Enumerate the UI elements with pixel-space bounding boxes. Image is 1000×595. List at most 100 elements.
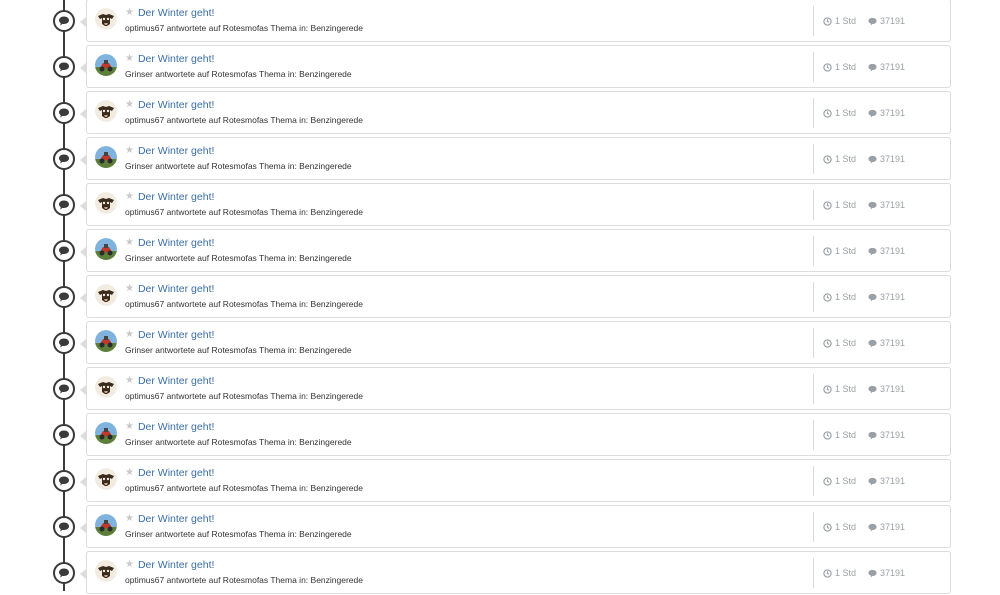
avatar[interactable]	[95, 146, 117, 168]
avatar[interactable]	[95, 330, 117, 352]
activity-card[interactable]: ★ Der Winter geht! Grinser antwortete au…	[86, 45, 951, 88]
activity-description: optimus67 antwortete auf Rotesmofas Them…	[125, 575, 363, 585]
thread-title-link[interactable]: Der Winter geht!	[138, 191, 214, 203]
star-icon[interactable]: ★	[125, 375, 134, 387]
star-icon[interactable]: ★	[125, 237, 134, 249]
activity-description: optimus67 antwortete auf Rotesmofas Them…	[125, 23, 363, 33]
thread-title-link[interactable]: Der Winter geht!	[138, 329, 214, 341]
avatar[interactable]	[95, 284, 117, 306]
clock-icon	[823, 384, 832, 394]
item-meta: 1 Std 37191	[813, 144, 905, 174]
comment-icon	[868, 63, 877, 72]
activity-card[interactable]: ★ Der Winter geht! optimus67 antwortete …	[86, 275, 951, 318]
activity-card[interactable]: ★ Der Winter geht! Grinser antwortete au…	[86, 413, 951, 456]
star-icon[interactable]: ★	[125, 7, 134, 19]
comment-icon	[868, 201, 877, 210]
star-icon[interactable]: ★	[125, 191, 134, 203]
replies-count: 37191	[880, 16, 906, 26]
thread-title-link[interactable]: Der Winter geht!	[138, 99, 214, 111]
speech-bubble-icon	[53, 102, 75, 124]
avatar[interactable]	[95, 376, 117, 398]
clock-icon	[823, 568, 832, 578]
time-text: 1 Std	[835, 384, 857, 394]
comment-icon	[868, 109, 877, 118]
speech-bubble-icon	[53, 56, 75, 78]
time-text: 1 Std	[835, 476, 857, 486]
thread-title-link[interactable]: Der Winter geht!	[138, 421, 214, 433]
star-icon[interactable]: ★	[125, 467, 134, 479]
activity-card[interactable]: ★ Der Winter geht! optimus67 antwortete …	[86, 0, 951, 42]
time-info: 1 Std	[823, 200, 856, 210]
activity-card[interactable]: ★ Der Winter geht! optimus67 antwortete …	[86, 459, 951, 502]
star-icon[interactable]: ★	[125, 421, 134, 433]
feed-item: ★ Der Winter geht! Grinser antwortete au…	[0, 45, 1000, 89]
replies-info: 37191	[868, 476, 905, 486]
time-text: 1 Std	[835, 338, 857, 348]
time-info: 1 Std	[823, 430, 856, 440]
activity-card[interactable]: ★ Der Winter geht! optimus67 antwortete …	[86, 183, 951, 226]
activity-card[interactable]: ★ Der Winter geht! optimus67 antwortete …	[86, 91, 951, 134]
item-meta: 1 Std 37191	[813, 466, 905, 496]
speech-bubble-icon	[53, 470, 75, 492]
comment-icon	[868, 247, 877, 256]
star-icon[interactable]: ★	[125, 283, 134, 295]
thread-title-link[interactable]: Der Winter geht!	[138, 283, 214, 295]
time-text: 1 Std	[835, 430, 857, 440]
thread-title-link[interactable]: Der Winter geht!	[138, 375, 214, 387]
activity-description: Grinser antwortete auf Rotesmofas Thema …	[125, 253, 352, 263]
activity-card[interactable]: ★ Der Winter geht! optimus67 antwortete …	[86, 367, 951, 410]
thread-title-link[interactable]: Der Winter geht!	[138, 53, 214, 65]
activity-description: Grinser antwortete auf Rotesmofas Thema …	[125, 529, 352, 539]
avatar[interactable]	[95, 238, 117, 260]
feed-item: ★ Der Winter geht! optimus67 antwortete …	[0, 91, 1000, 135]
item-meta: 1 Std 37191	[813, 6, 905, 36]
clock-icon	[823, 430, 832, 440]
thread-title-link[interactable]: Der Winter geht!	[138, 7, 214, 19]
time-info: 1 Std	[823, 384, 856, 394]
time-text: 1 Std	[835, 62, 857, 72]
replies-count: 37191	[880, 338, 906, 348]
feed-item: ★ Der Winter geht! optimus67 antwortete …	[0, 459, 1000, 503]
item-meta: 1 Std 37191	[813, 52, 905, 82]
avatar[interactable]	[95, 8, 117, 30]
thread-title-link[interactable]: Der Winter geht!	[138, 467, 214, 479]
item-meta: 1 Std 37191	[813, 282, 905, 312]
avatar[interactable]	[95, 422, 117, 444]
speech-bubble-icon	[53, 148, 75, 170]
speech-bubble-icon	[53, 516, 75, 538]
star-icon[interactable]: ★	[125, 145, 134, 157]
star-icon[interactable]: ★	[125, 513, 134, 525]
time-text: 1 Std	[835, 522, 857, 532]
star-icon[interactable]: ★	[125, 53, 134, 65]
thread-title-link[interactable]: Der Winter geht!	[138, 145, 214, 157]
avatar[interactable]	[95, 192, 117, 214]
star-icon[interactable]: ★	[125, 99, 134, 111]
replies-count: 37191	[880, 522, 906, 532]
thread-title-link[interactable]: Der Winter geht!	[138, 559, 214, 571]
activity-card[interactable]: ★ Der Winter geht! optimus67 antwortete …	[86, 551, 951, 594]
avatar[interactable]	[95, 100, 117, 122]
activity-card[interactable]: ★ Der Winter geht! Grinser antwortete au…	[86, 505, 951, 548]
replies-count: 37191	[880, 384, 906, 394]
comment-icon	[868, 477, 877, 486]
comment-icon	[868, 523, 877, 532]
avatar[interactable]	[95, 560, 117, 582]
thread-title-link[interactable]: Der Winter geht!	[138, 513, 214, 525]
star-icon[interactable]: ★	[125, 559, 134, 571]
avatar[interactable]	[95, 54, 117, 76]
avatar[interactable]	[95, 468, 117, 490]
replies-count: 37191	[880, 108, 906, 118]
activity-card[interactable]: ★ Der Winter geht! Grinser antwortete au…	[86, 229, 951, 272]
speech-bubble-icon	[53, 378, 75, 400]
speech-bubble-icon	[53, 424, 75, 446]
comment-icon	[868, 293, 877, 302]
time-info: 1 Std	[823, 154, 856, 164]
time-info: 1 Std	[823, 522, 856, 532]
activity-card[interactable]: ★ Der Winter geht! Grinser antwortete au…	[86, 137, 951, 180]
star-icon[interactable]: ★	[125, 329, 134, 341]
avatar[interactable]	[95, 514, 117, 536]
clock-icon	[823, 154, 832, 164]
thread-title-link[interactable]: Der Winter geht!	[138, 237, 214, 249]
activity-card[interactable]: ★ Der Winter geht! Grinser antwortete au…	[86, 321, 951, 364]
activity-description: Grinser antwortete auf Rotesmofas Thema …	[125, 161, 352, 171]
